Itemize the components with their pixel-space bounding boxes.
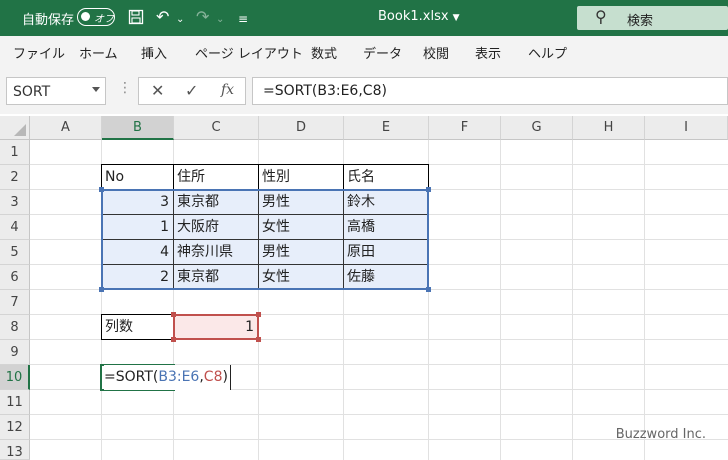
cell-gender[interactable]: 女性 [258,265,343,290]
row-header-1[interactable]: 1 [0,140,30,165]
watermark: Buzzword Inc. [615,427,706,442]
header-name[interactable]: 氏名 [343,165,428,190]
gridline [500,140,501,460]
redo-dropdown-icon[interactable]: ⌄ [216,10,224,30]
header-no[interactable]: No [101,165,173,190]
enter-icon[interactable]: ✓ [185,81,198,100]
range-handle[interactable] [171,337,176,342]
formula-bar: SORT ⋮ ✕ ✓ fx =SORT(B3:E6,C8) [0,66,728,114]
formula-ref-red: C8 [203,369,223,385]
search-icon: ⚲ [595,7,607,26]
row-header-4[interactable]: 4 [0,215,30,240]
header-gender[interactable]: 性別 [258,165,343,190]
resize-handle-icon[interactable]: ⋮ [118,80,132,96]
column-header-d[interactable]: D [259,116,344,140]
formula-ref-blue: B3:E6 [158,369,200,385]
select-all-button[interactable] [0,116,30,140]
document-title[interactable]: Book1.xlsx ▼ [378,9,460,24]
formula-text: =SORT(B3:E6,C8) [263,83,387,99]
cell-gender[interactable]: 女性 [258,215,343,240]
cell-name[interactable]: 原田 [343,240,428,265]
row-header-6[interactable]: 6 [0,265,30,290]
formula-input[interactable]: =SORT(B3:E6,C8) [252,77,728,105]
row-header-13[interactable]: 13 [0,440,30,460]
column-header-f[interactable]: F [429,116,501,140]
customize-toolbar-icon[interactable]: ≡ [238,9,248,29]
cell-name[interactable]: 鈴木 [343,190,428,215]
cell-no[interactable]: 2 [101,265,173,290]
ribbon-tabs: ファイル ホーム 挿入 ページ レイアウト 数式 データ 校閲 表示 ヘルプ [0,36,728,66]
column-header-b[interactable]: B [102,116,174,140]
toggle-knob [81,12,90,21]
autosave-state: オフ [94,14,114,25]
name-box[interactable]: SORT [6,77,106,105]
row-header-12[interactable]: 12 [0,415,30,440]
cell-gender[interactable]: 男性 [258,190,343,215]
tab-view[interactable]: 表示 [475,43,501,62]
cancel-icon[interactable]: ✕ [151,81,164,100]
row-header-5[interactable]: 5 [0,240,30,265]
param-value-cell[interactable]: 1 [173,315,258,340]
range-handle[interactable] [256,337,261,342]
row-header-9[interactable]: 9 [0,340,30,365]
search-label: 検索 [627,14,654,29]
row-header-2[interactable]: 2 [0,165,30,190]
gridline [644,140,645,460]
cell-address[interactable]: 東京都 [173,265,258,290]
formula-suffix: ) [222,369,228,385]
undo-icon[interactable]: ↶ [156,7,169,27]
row-header-11[interactable]: 11 [0,390,30,415]
cell-gender[interactable]: 男性 [258,240,343,265]
tab-formulas[interactable]: 数式 [311,43,337,62]
cell-no[interactable]: 4 [101,240,173,265]
column-header-g[interactable]: G [501,116,573,140]
column-header-a[interactable]: A [30,116,102,140]
tab-help[interactable]: ヘルプ [528,43,567,62]
worksheet-grid[interactable]: A B C D E F G H I 1 2 3 4 5 6 7 8 9 10 1… [0,116,728,460]
autosave-toggle[interactable]: オフ [77,8,115,26]
column-header-c[interactable]: C [174,116,259,140]
formula-prefix: =SORT( [104,369,159,385]
tab-data[interactable]: データ [363,43,402,62]
row-header-10[interactable]: 10 [0,365,30,390]
search-box[interactable]: ⚲ 検索 [577,6,728,30]
name-box-value: SORT [13,84,51,100]
formula-buttons: ✕ ✓ fx [138,77,246,105]
in-cell-editor[interactable]: =SORT(B3:E6,C8) [104,365,231,390]
cell-name[interactable]: 高橋 [343,215,428,240]
autosave-label: 自動保存 [22,13,75,28]
cell-no[interactable]: 1 [101,215,173,240]
range-handle[interactable] [171,312,176,317]
select-all-icon [14,124,26,136]
tab-insert[interactable]: 挿入 [141,43,167,62]
insert-function-icon[interactable]: fx [221,82,234,98]
tab-page-layout[interactable]: ページ レイアウト [195,43,303,62]
gridline [572,140,573,460]
column-header-e[interactable]: E [344,116,429,140]
name-box-dropdown-icon[interactable] [92,87,100,92]
cell-name[interactable]: 佐藤 [343,265,428,290]
row-header-8[interactable]: 8 [0,315,30,340]
column-header-i[interactable]: I [645,116,728,140]
cell-address[interactable]: 神奈川県 [173,240,258,265]
redo-icon[interactable]: ↷ [196,7,209,27]
param-label-cell[interactable]: 列数 [101,315,173,340]
undo-dropdown-icon[interactable]: ⌄ [176,10,184,30]
range-handle[interactable] [256,312,261,317]
row-header-3[interactable]: 3 [0,190,30,215]
tab-file[interactable]: ファイル [13,43,65,62]
title-bar: 自動保存 オフ ↶ ⌄ ↷ ⌄ ≡ Book1.xlsx ▼ ⚲ 検索 [0,0,728,36]
row-header-7[interactable]: 7 [0,290,30,315]
cell-address[interactable]: 大阪府 [173,215,258,240]
tab-review[interactable]: 校閲 [423,43,449,62]
cell-address[interactable]: 東京都 [173,190,258,215]
save-icon[interactable] [128,7,144,30]
header-address[interactable]: 住所 [173,165,258,190]
column-header-h[interactable]: H [573,116,645,140]
cell-no[interactable]: 3 [101,190,173,215]
gridline [30,414,728,415]
tab-home[interactable]: ホーム [79,43,118,62]
